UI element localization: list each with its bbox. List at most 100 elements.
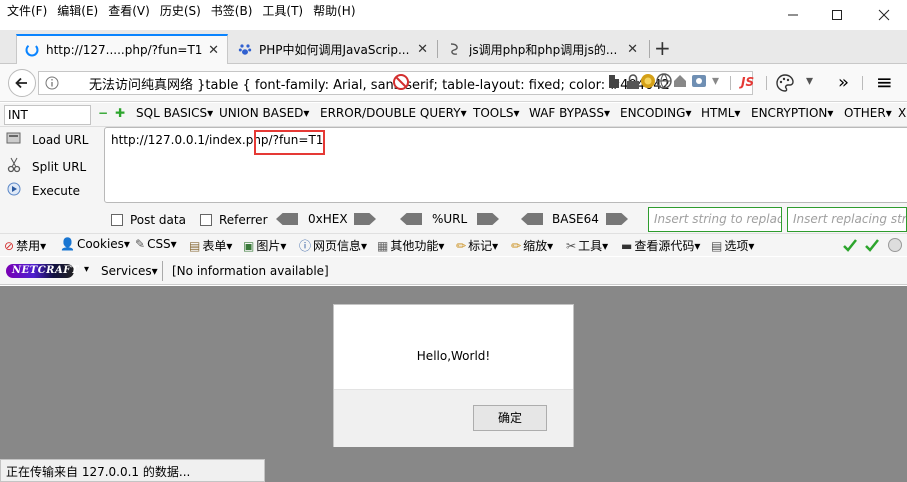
tab-label: http://127.....php/?fun=T1 [46, 43, 203, 57]
hamburger-menu-icon[interactable]: ≡ [876, 70, 893, 94]
decrease-icon[interactable]: − [98, 106, 108, 120]
palette-icon[interactable] [776, 74, 794, 92]
netcraft-logo[interactable]: NETCRAFT [6, 264, 78, 278]
status-circle-icon[interactable] [887, 237, 903, 253]
menu-x[interactable]: X [898, 106, 906, 120]
person-icon: 👤 [60, 237, 75, 251]
tools-menu[interactable]: ✂ 工具▾ [566, 237, 608, 254]
execute-label: Execute [32, 183, 80, 198]
disable-menu[interactable]: ⊘ 禁用▾ [4, 237, 46, 254]
netcraft-toolbar: NETCRAFT ▾ Services▾ [No information ava… [0, 257, 907, 285]
dropdown-icon[interactable]: ▾ [84, 264, 89, 275]
split-url-button[interactable]: Split URL [4, 157, 86, 176]
tab-active[interactable]: http://127.....php/?fun=T1 ✕ [16, 34, 228, 64]
referrer-checkbox[interactable]: Referrer [200, 213, 268, 227]
scissors-icon [4, 157, 24, 176]
menu-other[interactable]: OTHER▾ [844, 106, 892, 120]
menu-view[interactable]: 查看(V) [108, 0, 150, 22]
css-menu[interactable]: ✎ CSS▾ [135, 237, 177, 251]
menu-history[interactable]: 历史(S) [160, 0, 201, 22]
view-source-menu[interactable]: ▬ 查看源代码▾ [621, 237, 700, 254]
menu-sql-basics[interactable]: SQL BASICS▾ [136, 106, 213, 120]
menu-html[interactable]: HTML▾ [701, 106, 740, 120]
maximize-icon[interactable] [815, 0, 859, 30]
highlight-box [254, 130, 325, 155]
lock-icon[interactable] [625, 74, 641, 90]
referrer-label: Referrer [219, 213, 268, 227]
dropdown-icon[interactable]: ▾ [806, 73, 813, 89]
menu-tools[interactable]: TOOLS▾ [473, 106, 520, 120]
select-value: INT [8, 108, 28, 122]
check-icon[interactable] [865, 238, 879, 252]
resize-icon: ✏ [511, 238, 522, 253]
find-string-input[interactable]: Insert string to replace [648, 207, 782, 232]
js-toggle-button[interactable]: JS [741, 75, 754, 89]
menu-tools[interactable]: 工具(T) [262, 0, 303, 22]
menu-union-based[interactable]: UNION BASED▾ [219, 106, 309, 120]
menu-help[interactable]: 帮助(H) [313, 0, 355, 22]
tab-strip: http://127.....php/?fun=T1 ✕ PHP中如何调用Jav… [0, 30, 907, 64]
load-url-icon [4, 131, 24, 148]
cookies-menu[interactable]: 👤 Cookies▾ [60, 237, 130, 251]
menu-encryption[interactable]: ENCRYPTION▾ [751, 106, 833, 120]
view-source-label: 查看源代码▾ [634, 239, 701, 253]
options-menu[interactable]: ▤ 选项▾ [711, 237, 754, 254]
baidu-paw-icon [238, 44, 252, 55]
images-menu[interactable]: ▣ 图片▾ [243, 237, 286, 254]
dropdown-icon[interactable]: ▾ [712, 73, 719, 89]
close-tab-icon[interactable]: ✕ [627, 42, 638, 57]
tab-php-js[interactable]: PHP中如何调用JavaScrip... ✕ [230, 34, 436, 64]
base64-decode-arrow-icon[interactable] [521, 213, 543, 225]
photo-icon[interactable] [691, 73, 707, 89]
menu-file[interactable]: 文件(F) [7, 0, 47, 22]
hex-encode-arrow-icon[interactable] [354, 213, 376, 225]
base64-encode-arrow-icon[interactable] [606, 213, 628, 225]
checkbox-box [111, 214, 123, 226]
load-url-button[interactable]: Load URL [4, 131, 88, 148]
tab-label: PHP中如何调用JavaScrip... [259, 42, 410, 57]
info-icon[interactable] [45, 76, 59, 90]
globe-wrench-icon[interactable] [656, 73, 672, 89]
page-info-menu[interactable]: ⓘ 网页信息▾ [299, 237, 367, 254]
url-decode-arrow-icon[interactable] [400, 213, 422, 225]
base64-label: BASE64 [552, 212, 599, 226]
swirl-icon [450, 43, 458, 55]
tab-js-php[interactable]: js调用php和php调用js的... ✕ [440, 34, 646, 64]
close-tab-icon[interactable]: ✕ [417, 42, 428, 57]
close-window-icon[interactable] [862, 0, 906, 30]
resize-menu[interactable]: ✏ 缩放▾ [511, 237, 553, 254]
increase-icon[interactable]: ✚ [115, 106, 125, 120]
check-icon[interactable] [843, 238, 857, 252]
post-data-checkbox[interactable]: Post data [111, 213, 186, 227]
menu-error-double-query[interactable]: ERROR/DOUBLE QUERY▾ [320, 106, 467, 120]
outline-menu[interactable]: ✏ 标记▾ [456, 237, 498, 254]
back-button[interactable] [8, 69, 36, 97]
execute-button[interactable]: Execute [4, 182, 80, 199]
menu-edit[interactable]: 编辑(E) [57, 0, 98, 22]
forms-menu[interactable]: ▤ 表单▾ [189, 237, 232, 254]
misc-menu[interactable]: ▦ 其他功能▾ [377, 237, 444, 254]
injection-type-select[interactable]: INT [4, 105, 91, 125]
replace-string-input[interactable]: Insert replacing string [787, 207, 907, 232]
menu-waf-bypass[interactable]: WAF BYPASS▾ [529, 106, 610, 120]
house-icon[interactable] [672, 73, 688, 89]
ok-button[interactable]: 确定 [473, 405, 547, 431]
menu-bookmarks[interactable]: 书签(B) [211, 0, 253, 22]
minimize-icon[interactable] [771, 0, 815, 30]
services-menu[interactable]: Services▾ [101, 264, 158, 278]
close-tab-icon[interactable]: ✕ [208, 43, 219, 58]
menu-encoding[interactable]: ENCODING▾ [620, 106, 691, 120]
toolbar-divider [862, 76, 863, 90]
overflow-button[interactable]: » [838, 72, 849, 93]
status-bar: 正在传输来自 127.0.0.1 的数据... [0, 459, 907, 482]
tab-separator [437, 40, 438, 58]
execute-icon [4, 182, 24, 199]
gold-badge-icon[interactable] [640, 73, 656, 89]
hex-decode-arrow-icon[interactable] [276, 213, 298, 225]
misc-label: 其他功能▾ [390, 239, 445, 253]
url-textarea[interactable]: http://127.0.0.1/index.php/?fun=T1 [104, 127, 907, 203]
alert-message: Hello,World! [416, 349, 491, 363]
url-encode-arrow-icon[interactable] [477, 213, 499, 225]
puzzle-icon[interactable] [606, 74, 620, 90]
new-tab-button[interactable]: + [654, 36, 671, 60]
